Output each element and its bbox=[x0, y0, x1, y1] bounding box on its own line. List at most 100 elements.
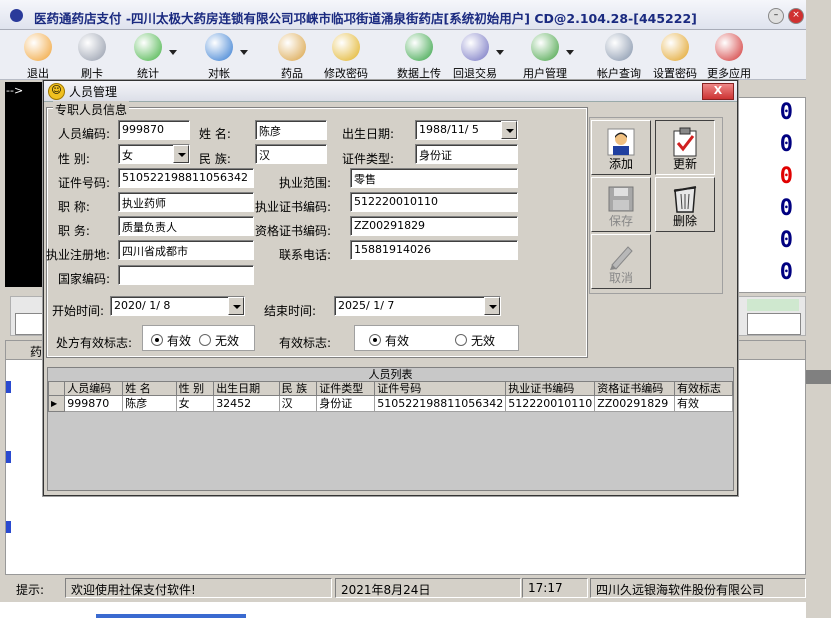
grid-column-header[interactable]: 性 别 bbox=[175, 381, 215, 396]
counter-column: 0 0 0 0 0 0 bbox=[738, 97, 806, 293]
dropdown-arrow-icon[interactable] bbox=[496, 50, 504, 55]
toolbar-button-10[interactable]: 设置密码 bbox=[646, 32, 704, 80]
taskbar-strip bbox=[0, 602, 806, 618]
toolbar-button-6[interactable]: 数据上传 bbox=[390, 32, 448, 80]
gender-select[interactable]: 女 bbox=[118, 144, 190, 164]
valid-radio[interactable]: 有效 bbox=[369, 332, 409, 349]
save-label: 保存 bbox=[608, 214, 633, 228]
scroll-stub bbox=[806, 370, 831, 384]
chevron-down-icon[interactable] bbox=[501, 121, 517, 139]
minimize-icon[interactable]: – bbox=[768, 8, 784, 24]
invalid-label: 无效 bbox=[471, 334, 496, 348]
toolbar: 退出 刷卡 统计 对帐 药品 修改密码 数据上传 回退交易 用户管理 帐户查询 设置密码 更多应用 bbox=[0, 30, 806, 80]
staff-no-label: 人员编码: bbox=[58, 127, 111, 141]
pen-icon bbox=[606, 241, 636, 271]
phone-input[interactable]: 15881914026 bbox=[350, 240, 518, 260]
chevron-down-icon[interactable] bbox=[228, 297, 244, 315]
toolbar-button-2[interactable]: 统计 bbox=[119, 32, 177, 80]
staff-list-grid: 人员列表 人员编码姓 名性 别出生日期民 族证件类型 证件号码 执业证书编码 资格证书… bbox=[47, 367, 734, 491]
staff-no-input[interactable]: 999870 bbox=[118, 120, 190, 140]
qual-cert-label: 资格证书编码: bbox=[255, 224, 332, 238]
name-input[interactable]: 陈彦 bbox=[255, 120, 327, 140]
qual-cert-input[interactable]: ZZ00291829 bbox=[350, 216, 518, 236]
status-message: 欢迎使用社保支付软件! bbox=[65, 578, 332, 598]
dropdown-arrow-icon[interactable] bbox=[169, 50, 177, 55]
undo-icon bbox=[461, 33, 489, 61]
toolbar-button-8[interactable]: 用户管理 bbox=[516, 32, 574, 80]
staff-table: 人员编码姓 名性 别出生日期民 族证件类型 证件号码 执业证书编码 资格证书编码 有效标… bbox=[47, 381, 734, 412]
strip-input-right[interactable] bbox=[747, 313, 801, 335]
toolbar-button-9[interactable]: 帐户查询 bbox=[590, 32, 648, 80]
status-company: 四川久远银海软件股份有限公司 bbox=[590, 578, 806, 598]
valid-flag-group: 有效 无效 bbox=[354, 325, 519, 351]
toolbar-button-7[interactable]: 回退交易 bbox=[446, 32, 504, 80]
end-date-picker[interactable]: 2025/ 1/ 7 bbox=[334, 296, 501, 316]
ethnicity-label: 民 族: bbox=[199, 152, 231, 166]
toolbar-button-4[interactable]: 药品 bbox=[263, 32, 321, 80]
birth-date-picker[interactable]: 1988/11/ 5 bbox=[415, 120, 518, 140]
toolbar-label: 帐户查询 bbox=[597, 67, 641, 80]
toolbar-button-0[interactable]: 退出 bbox=[9, 32, 67, 80]
add-label: 添加 bbox=[608, 157, 633, 171]
invalid-radio[interactable]: 无效 bbox=[455, 332, 495, 349]
save-button[interactable]: 保存 bbox=[591, 177, 651, 232]
close-icon[interactable]: × bbox=[788, 8, 804, 24]
grid-column-header[interactable]: 证件号码 bbox=[374, 381, 507, 396]
toolbar-button-11[interactable]: 更多应用 bbox=[700, 32, 758, 80]
dialog-close-button[interactable]: X bbox=[702, 83, 734, 100]
counter-value: 0 bbox=[779, 228, 793, 253]
grid-column-header[interactable]: 执业证书编码 bbox=[505, 381, 596, 396]
table-cell: 32452 bbox=[213, 395, 280, 412]
start-label: 开始时间: bbox=[52, 304, 105, 318]
toolbar-button-1[interactable]: 刷卡 bbox=[63, 32, 121, 80]
reg-place-label: 执业注册地: bbox=[46, 248, 111, 262]
table-row[interactable]: ▶ 999870 陈彦女 32452 汉身份证 510522198811056342 512… bbox=[47, 395, 734, 412]
rx-invalid-radio[interactable]: 无效 bbox=[199, 332, 239, 349]
birth-label: 出生日期: bbox=[342, 127, 395, 141]
grid-column-header[interactable]: 出生日期 bbox=[213, 381, 280, 396]
country-input[interactable] bbox=[118, 265, 254, 285]
start-date-picker[interactable]: 2020/ 1/ 8 bbox=[110, 296, 245, 316]
id-no-input[interactable]: 510522198811056342 bbox=[118, 168, 254, 188]
reg-place-input[interactable]: 四川省成都市 bbox=[118, 240, 254, 260]
add-button[interactable]: 添加 bbox=[591, 120, 651, 175]
gender-label: 性 别: bbox=[58, 152, 90, 166]
gear-icon bbox=[205, 33, 233, 61]
title-input[interactable]: 执业药师 bbox=[118, 192, 254, 212]
chevron-down-icon[interactable] bbox=[173, 145, 189, 163]
palette-icon bbox=[278, 33, 306, 61]
ethnicity-input[interactable]: 汉 bbox=[255, 144, 327, 164]
delete-label: 删除 bbox=[672, 214, 697, 228]
id-type-label: 证件类型: bbox=[342, 152, 395, 166]
end-label: 结束时间: bbox=[264, 304, 317, 318]
position-input[interactable]: 质量负责人 bbox=[118, 216, 254, 236]
dropdown-arrow-icon[interactable] bbox=[240, 50, 248, 55]
grid-column-header[interactable]: 人员编码 bbox=[64, 381, 124, 396]
counter-highlight bbox=[739, 194, 805, 222]
toolbar-button-3[interactable]: 对帐 bbox=[190, 32, 248, 80]
wrench-icon bbox=[715, 33, 743, 61]
toolbar-button-5[interactable]: 修改密码 bbox=[317, 32, 375, 80]
grid-column-header[interactable]: 民 族 bbox=[278, 381, 318, 396]
grid-column-header[interactable]: 姓 名 bbox=[122, 381, 177, 396]
upload-icon bbox=[405, 33, 433, 61]
table-cell: 510522198811056342 bbox=[374, 395, 507, 412]
id-type-input[interactable]: 身份证 bbox=[415, 144, 518, 164]
update-button[interactable]: 更新 bbox=[655, 120, 715, 175]
chevron-down-icon[interactable] bbox=[484, 297, 500, 315]
counter-value: 0 bbox=[779, 260, 793, 285]
taskbar-item[interactable] bbox=[96, 614, 246, 618]
delete-button[interactable]: 删除 bbox=[655, 177, 715, 232]
title-label: 职 称: bbox=[58, 200, 90, 214]
grid-column-header[interactable]: 证件类型 bbox=[316, 381, 376, 396]
window-title: 医药通药店支付 -四川太极大药房连锁有限公司邛崃市临邛街道涌泉街药店[系统初始用… bbox=[34, 11, 697, 26]
practice-cert-input[interactable]: 512220010110 bbox=[350, 192, 518, 212]
toolbar-label: 退出 bbox=[27, 67, 49, 80]
cancel-button[interactable]: 取消 bbox=[591, 234, 651, 289]
dropdown-arrow-icon[interactable] bbox=[566, 50, 574, 55]
practice-scope-input[interactable]: 零售 bbox=[350, 168, 518, 188]
rx-valid-radio[interactable]: 有效 bbox=[151, 332, 191, 349]
grid-column-header[interactable]: 有效标志 bbox=[673, 381, 734, 396]
grid-column-header[interactable]: 资格证书编码 bbox=[594, 381, 675, 396]
drug-column-header: 药 bbox=[30, 345, 43, 359]
